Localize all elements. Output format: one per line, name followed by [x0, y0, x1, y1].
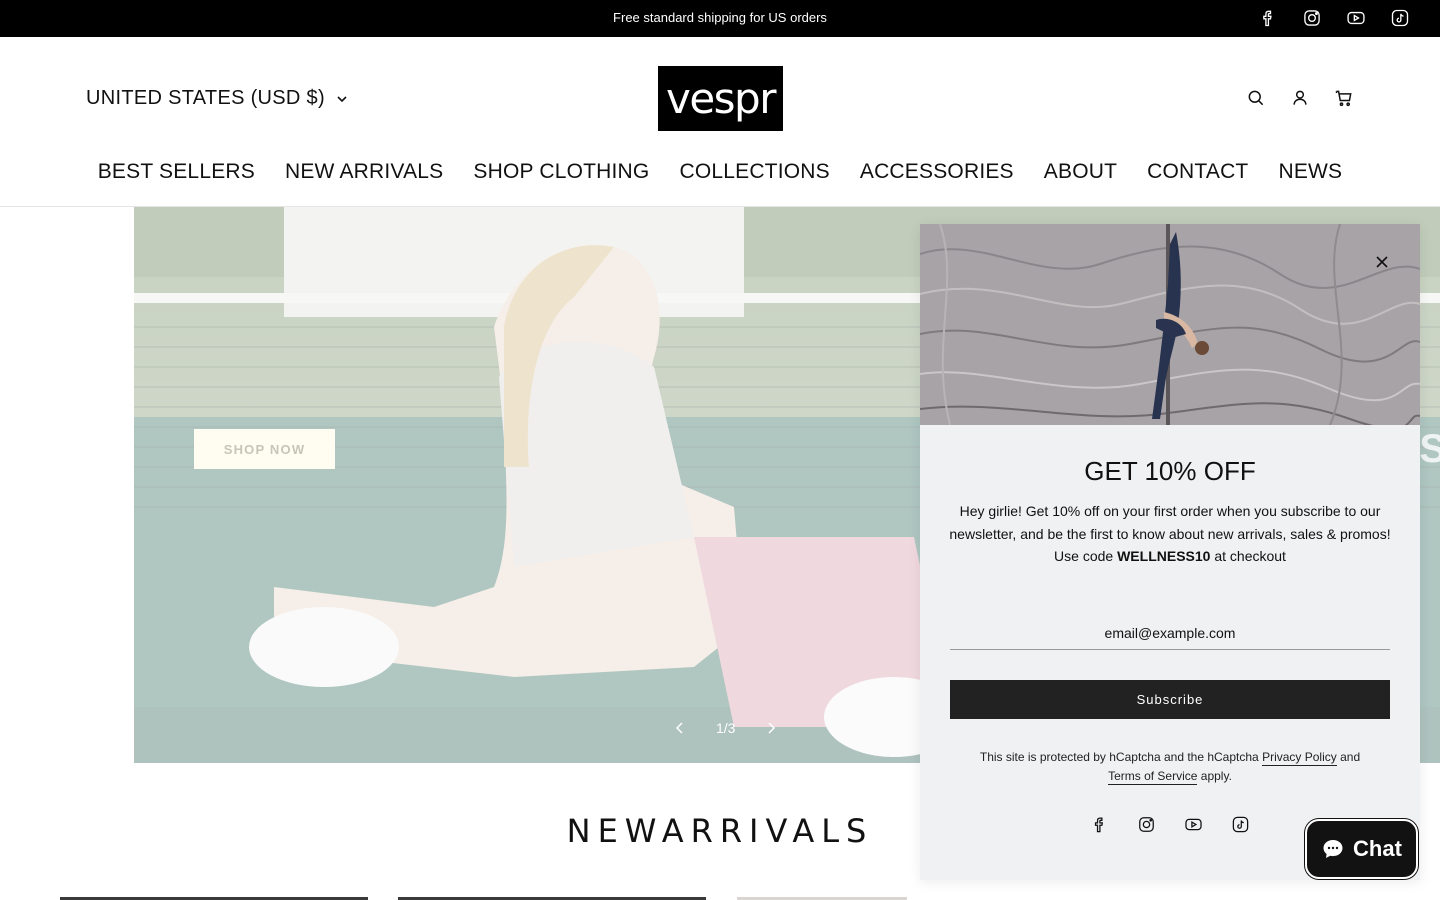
newsletter-popup: GET 10% OFF Hey girlie! Get 10% off on y…: [920, 224, 1420, 880]
close-icon: [1376, 256, 1388, 268]
nav-best-sellers[interactable]: BEST SELLERS: [98, 160, 255, 184]
nav-collections[interactable]: COLLECTIONS: [679, 160, 829, 184]
discount-code: WELLNESS10: [1117, 548, 1211, 564]
hero-heading-fragment: S: [1419, 427, 1440, 471]
header-actions: [1246, 88, 1354, 108]
chat-button[interactable]: Chat: [1305, 819, 1418, 879]
captcha-suffix: apply.: [1200, 769, 1232, 783]
popup-image: [920, 224, 1420, 425]
privacy-policy-link[interactable]: Privacy Policy: [1262, 750, 1337, 766]
cart-icon[interactable]: [1334, 88, 1354, 108]
popup-description: Hey girlie! Get 10% off on your first or…: [948, 500, 1392, 568]
chevron-right-icon[interactable]: [765, 721, 777, 735]
instagram-icon[interactable]: [1302, 8, 1322, 28]
tiktok-icon[interactable]: [1231, 815, 1250, 834]
nav-about[interactable]: ABOUT: [1044, 160, 1117, 184]
instagram-icon[interactable]: [1137, 815, 1156, 834]
main-nav: BEST SELLERS NEW ARRIVALS SHOP CLOTHING …: [0, 160, 1440, 184]
search-icon[interactable]: [1246, 88, 1266, 108]
captcha-prefix: This site is protected by hCaptcha and t…: [979, 750, 1259, 764]
captcha-notice: This site is protected by hCaptcha and t…: [950, 748, 1390, 786]
youtube-icon[interactable]: [1184, 815, 1203, 834]
chat-label: Chat: [1353, 836, 1402, 861]
chevron-down-icon: [337, 95, 347, 102]
facebook-icon[interactable]: [1258, 8, 1278, 28]
account-icon[interactable]: [1290, 88, 1310, 108]
slide-counter: 1/3: [716, 720, 736, 736]
tiktok-icon[interactable]: [1390, 8, 1410, 28]
nav-accessories[interactable]: ACCESSORIES: [860, 160, 1014, 184]
nav-shop-clothing[interactable]: SHOP CLOTHING: [473, 160, 649, 184]
announcement-social-links: [1258, 8, 1410, 28]
country-selector[interactable]: UNITED STATES (USD $): [86, 87, 349, 110]
nav-new-arrivals[interactable]: NEW ARRIVALS: [285, 160, 443, 184]
email-field[interactable]: [950, 616, 1390, 650]
nav-news[interactable]: NEWS: [1278, 160, 1342, 184]
captcha-and: and: [1340, 750, 1361, 764]
terms-of-service-link[interactable]: Terms of Service: [1108, 769, 1198, 785]
nav-contact[interactable]: CONTACT: [1147, 160, 1248, 184]
close-popup-button[interactable]: [1372, 252, 1392, 272]
shop-now-button[interactable]: SHOP NOW: [194, 429, 335, 469]
popup-title: GET 10% OFF: [1084, 456, 1256, 486]
logo-text: vespr: [665, 74, 777, 123]
announcement-bar: Free standard shipping for US orders: [0, 0, 1440, 37]
subscribe-button[interactable]: Subscribe: [950, 680, 1390, 719]
site-logo[interactable]: vespr: [658, 66, 783, 131]
country-label: UNITED STATES (USD $): [86, 87, 325, 109]
chevron-left-icon[interactable]: [674, 721, 686, 735]
site-header: UNITED STATES (USD $) vespr BEST SELLERS…: [0, 37, 1440, 207]
chat-bubble-icon: [1323, 840, 1343, 858]
facebook-icon[interactable]: [1090, 815, 1109, 834]
announcement-text: Free standard shipping for US orders: [613, 10, 827, 25]
youtube-icon[interactable]: [1346, 8, 1366, 28]
popup-body-suffix: at checkout: [1214, 548, 1286, 564]
slider-controls: 1/3: [674, 720, 777, 736]
